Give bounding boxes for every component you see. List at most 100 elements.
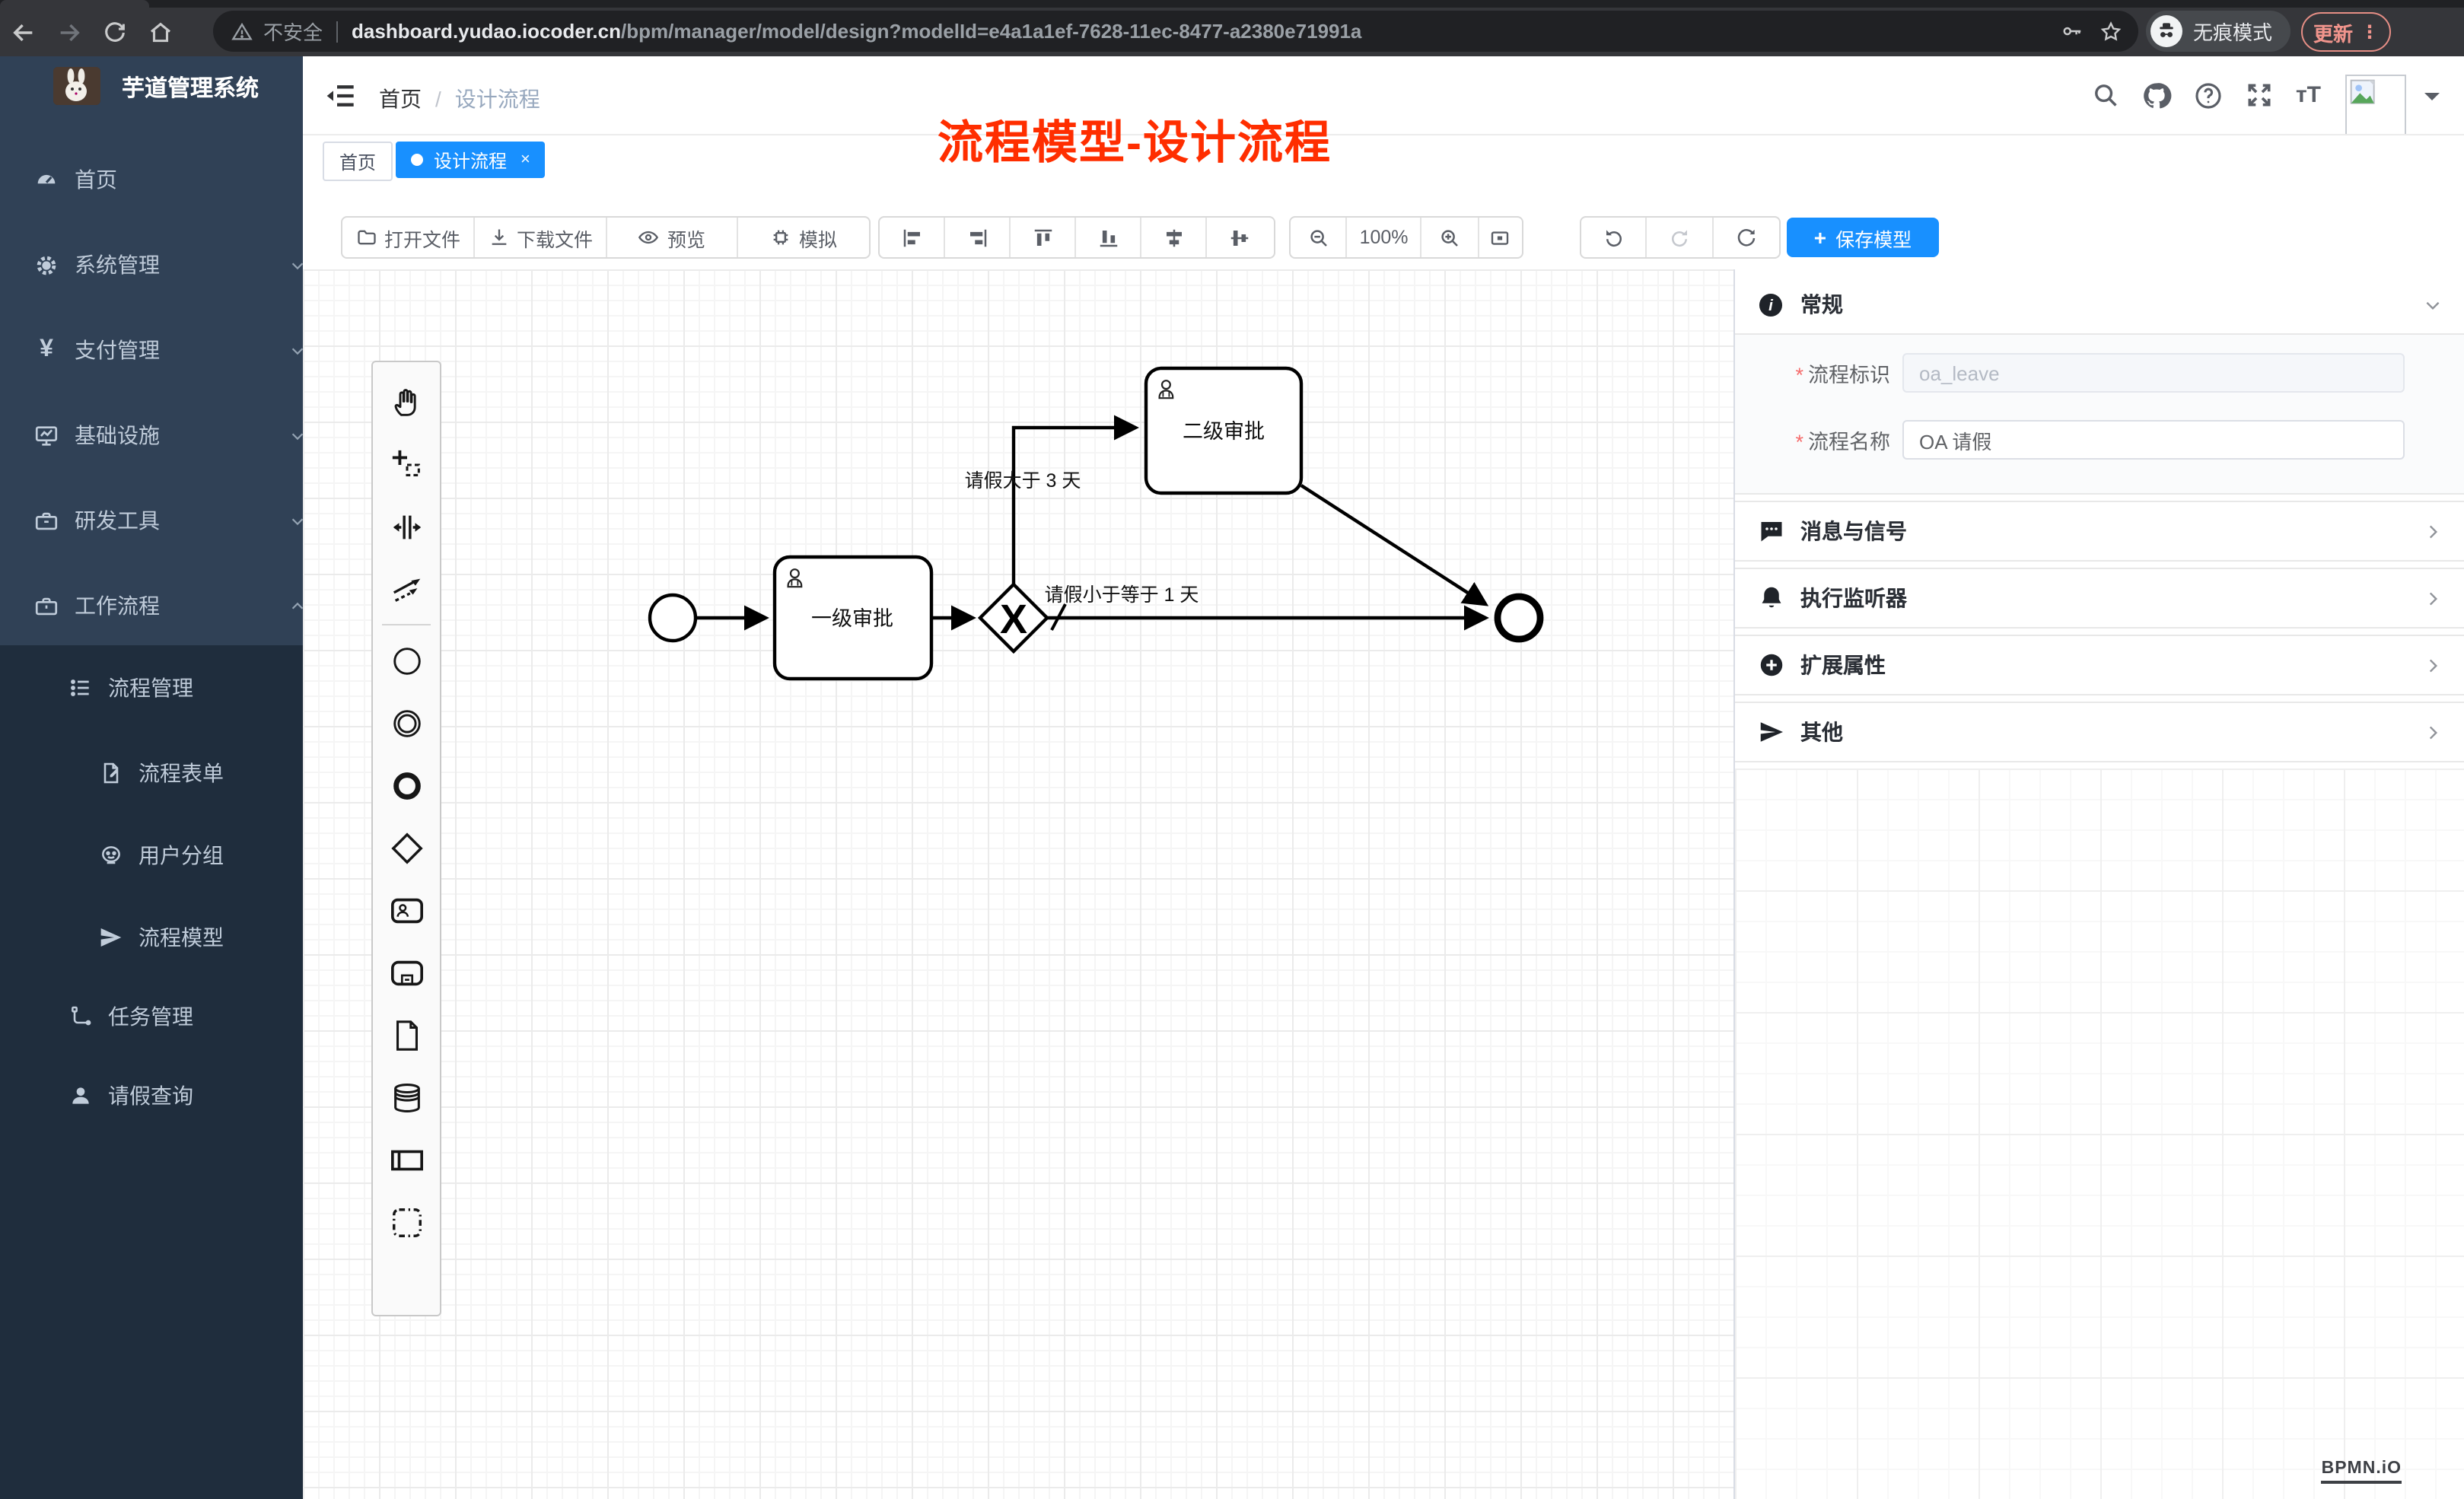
github-icon[interactable] [2142,80,2173,110]
zoom-out-button[interactable] [1291,218,1348,257]
create-data-store[interactable] [389,1067,424,1129]
help-icon[interactable] [2194,80,2224,110]
not-secure-label[interactable]: 不安全 [263,17,323,46]
end-event[interactable] [1498,597,1540,639]
section-general[interactable]: i 常规 [1735,275,2464,333]
create-data-object[interactable] [389,1004,424,1067]
app-title: 芋道管理系统 [122,72,259,103]
app-logo[interactable]: 芋道管理系统 [0,56,303,117]
breadcrumb-home[interactable]: 首页 [379,84,422,114]
browser-tabstrip [0,0,2464,8]
folder-icon [355,227,377,248]
yen-icon: ¥ [33,338,59,362]
breadcrumb: 首页 / 设计流程 [379,84,540,114]
section-other[interactable]: 其他 [1735,702,2464,762]
condition-label-gt3[interactable]: 请假大于 3 天 [965,470,1081,492]
sidebar-item-label: 用户分组 [138,840,224,870]
align-top-button[interactable] [1011,218,1076,257]
tab-close-icon[interactable]: × [520,151,530,169]
simulate-button[interactable]: 模拟 [738,218,869,257]
bpmn-io-watermark[interactable]: BPMN.iO [2322,1459,2402,1484]
browser-active-tab[interactable] [0,0,149,8]
global-connect-tool[interactable] [389,559,424,621]
create-end-event[interactable] [389,755,424,817]
url-host[interactable]: dashboard.yudao.iocoder.cn [352,20,621,43]
align-button-group [878,216,1275,259]
button-label: 保存模型 [1835,223,1912,252]
address-bar[interactable]: 不安全 dashboard.yudao.iocoder.cn/bpm/manag… [213,11,2138,52]
incognito-badge[interactable]: 无痕模式 [2146,11,2291,52]
search-icon[interactable] [2092,81,2121,110]
browser-reload-button[interactable] [91,11,137,53]
section-execution-listener[interactable]: 执行监听器 [1735,568,2464,629]
hand-tool[interactable] [389,371,424,434]
browser-forward-button[interactable] [46,11,91,53]
password-key-icon[interactable] [2061,20,2084,43]
zoom-value: 100% [1360,227,1409,248]
avatar[interactable] [2345,74,2406,135]
create-intermediate-event[interactable] [389,692,424,755]
breadcrumb-current: 设计流程 [455,84,540,114]
flow-task2-to-end[interactable] [1301,485,1485,604]
create-user-task[interactable] [389,880,424,942]
preview-button[interactable]: 预览 [607,218,738,257]
lasso-tool[interactable] [389,434,424,496]
process-name-label: *流程名称 [1735,425,1890,455]
undo-button[interactable] [1581,218,1647,257]
sidebar-item-infrastructure[interactable]: 基础设施 [0,405,336,466]
sidebar-item-workflow[interactable]: 工作流程 [0,575,336,636]
align-left-button[interactable] [880,218,945,257]
paper-plane-icon [97,925,123,950]
start-event[interactable] [650,595,696,641]
fullscreen-icon[interactable] [2246,81,2275,110]
space-tool[interactable] [389,496,424,559]
tab-label: 设计流程 [434,147,507,173]
align-middle-button[interactable] [1207,218,1272,257]
section-extended-attributes[interactable]: 扩展属性 [1735,635,2464,695]
url-path[interactable]: /bpm/manager/model/design?modelId=e4a1a1… [621,20,1361,43]
zoom-reset-button[interactable] [1479,218,1522,257]
open-file-button[interactable]: 打开文件 [342,218,475,257]
tab-home[interactable]: 首页 [323,142,393,181]
redo-button[interactable] [1647,218,1714,257]
tab-design-process[interactable]: 设计流程 × [396,142,546,178]
send-plane-icon [1756,718,1785,746]
create-participant[interactable] [389,1129,424,1192]
document-edit-icon [97,761,123,785]
section-message-signal[interactable]: 消息与信号 [1735,501,2464,562]
browser-menu-icon[interactable]: ⋮ [2361,21,2379,43]
zoom-in-button[interactable] [1422,218,1479,257]
avatar-dropdown-caret[interactable] [2424,92,2440,107]
align-right-button[interactable] [945,218,1011,257]
required-mark: * [1795,364,1803,387]
page: 不安全 dashboard.yudao.iocoder.cn/bpm/manag… [0,0,2464,1499]
process-name-input[interactable]: OA 请假 [1902,420,2405,460]
create-start-event[interactable] [389,630,424,692]
browser-home-button[interactable] [137,11,183,53]
sidebar-item-home[interactable]: 首页 [0,149,336,210]
create-gateway[interactable] [389,817,424,880]
create-group[interactable] [389,1192,424,1254]
sidebar-item-payment[interactable]: ¥ 支付管理 [0,320,336,380]
gateway-x-marker: X [1000,597,1027,642]
eye-icon [638,227,660,248]
align-bottom-button[interactable] [1076,218,1141,257]
sidebar-item-system[interactable]: 系统管理 [0,234,336,295]
font-size-icon[interactable]: ᴛT [2296,84,2321,107]
flow-gateway-to-task2[interactable] [1014,428,1135,584]
sidebar-collapse-icon[interactable] [326,81,356,111]
sidebar-item-label: 工作流程 [75,590,160,621]
browser-back-button[interactable] [0,11,46,53]
restart-button[interactable] [1713,218,1779,257]
save-model-button[interactable]: + 保存模型 [1787,218,1939,257]
align-center-button[interactable] [1141,218,1207,257]
button-label: 下载文件 [517,223,593,252]
condition-label-le1[interactable]: 请假小于等于 1 天 [1045,584,1199,606]
download-file-button[interactable]: 下载文件 [475,218,607,257]
process-key-input[interactable]: oa_leave [1902,353,2405,393]
briefcase-icon [33,593,59,619]
browser-update-button[interactable]: 更新 ⋮ [2301,12,2391,52]
bookmark-star-icon[interactable] [2099,19,2123,43]
create-subprocess[interactable] [389,942,424,1004]
sidebar-item-devtools[interactable]: 研发工具 [0,490,336,551]
